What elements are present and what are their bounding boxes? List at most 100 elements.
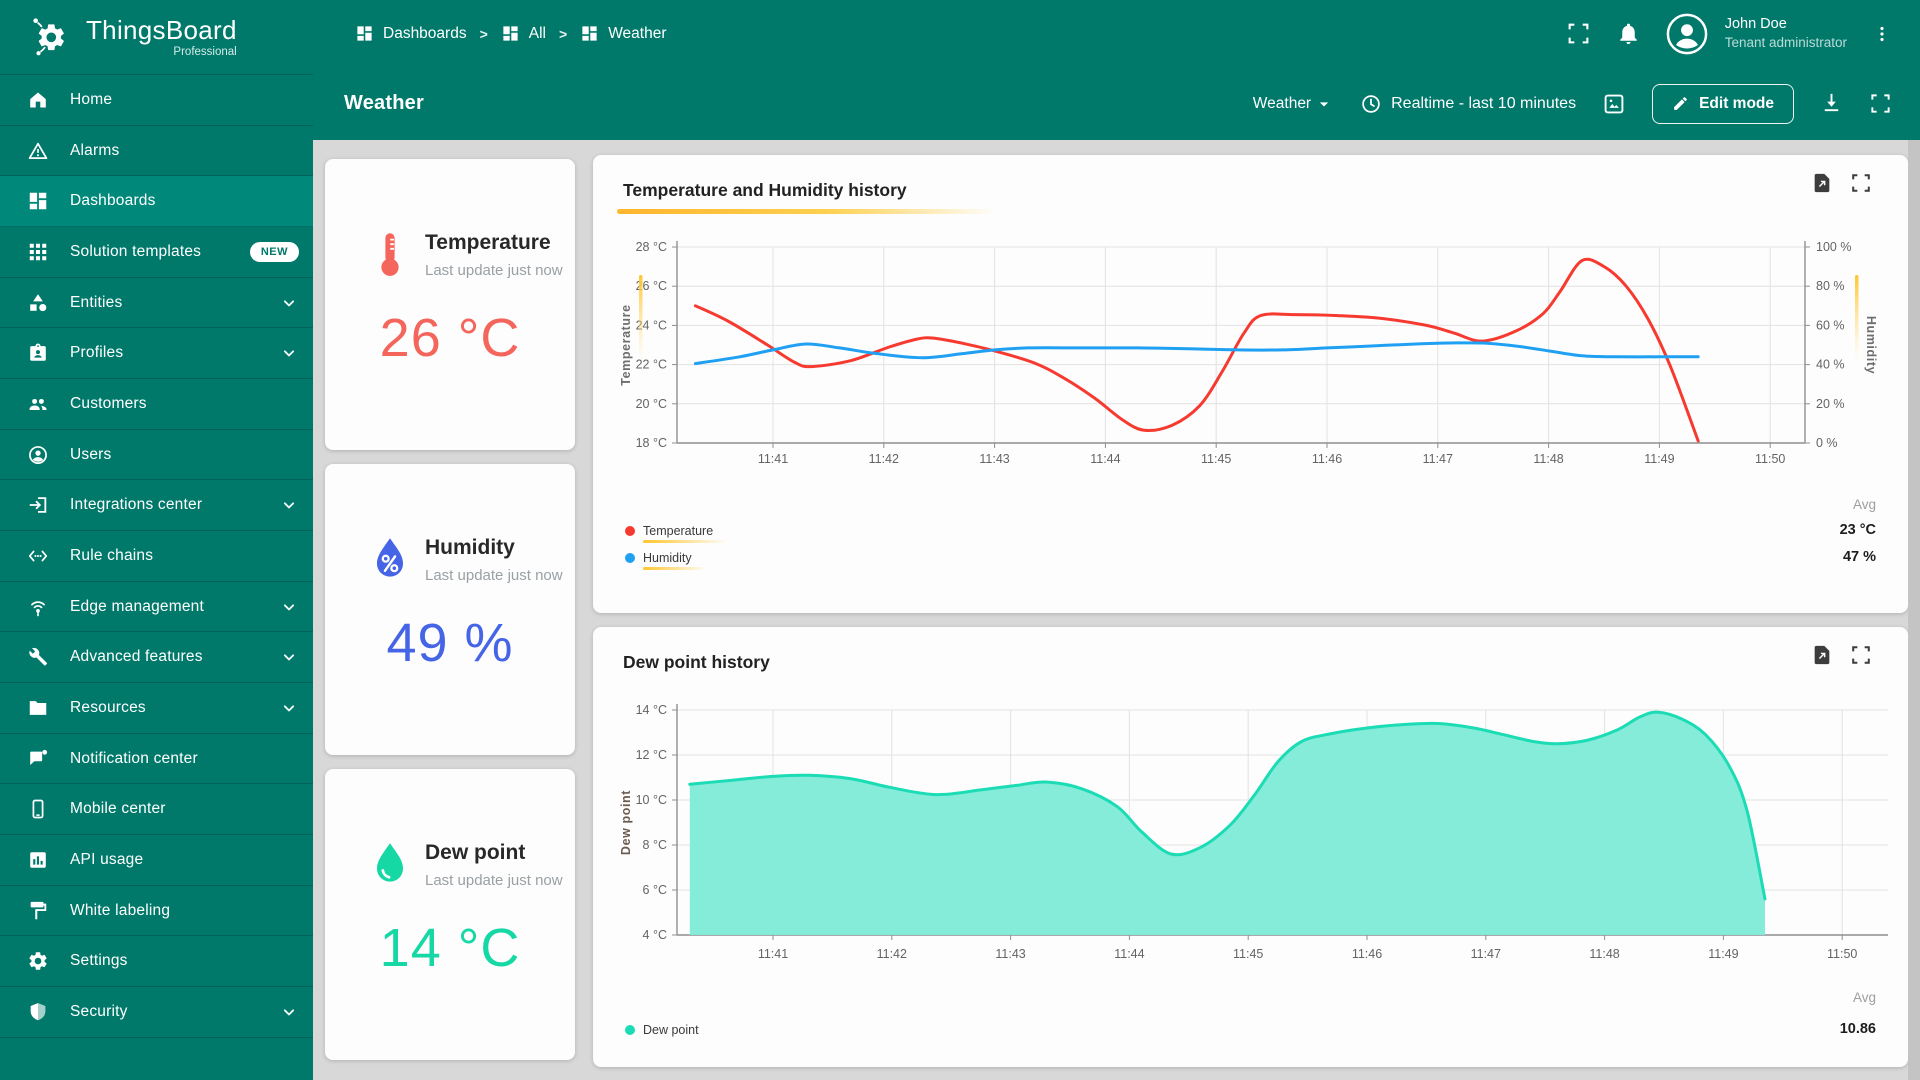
svg-text:11:46: 11:46 — [1352, 947, 1382, 961]
sidebar-item-dashboards[interactable]: Dashboards — [0, 176, 313, 227]
sidebar-item-profiles[interactable]: Profiles — [0, 328, 313, 379]
notifications-bell-icon[interactable] — [1616, 21, 1641, 46]
sidebar-nav: Home AlarmsDashboardsSolution templatesNE… — [0, 75, 313, 1038]
sidebar-item-customers[interactable]: Customers — [0, 379, 313, 430]
svg-text:40 %: 40 % — [1816, 358, 1845, 372]
screenshot-image-icon[interactable] — [1602, 92, 1626, 116]
sidebar-item-users[interactable]: Users — [0, 430, 313, 481]
dew-point-chart: 4 °C6 °C8 °C10 °C12 °C14 °C11:4111:4211:… — [593, 682, 1908, 1012]
widget-value: 14 °C — [325, 917, 575, 979]
security-icon — [27, 1001, 49, 1023]
legend-item-dew-point[interactable]: Dew point — [625, 1023, 699, 1037]
sidebar-item-mobile-center[interactable]: Mobile center — [0, 784, 313, 835]
sidebar-item-notification-center[interactable]: Notification center — [0, 734, 313, 785]
widget-fullscreen-icon[interactable] — [1850, 644, 1872, 666]
sidebar-item-home[interactable]: Home — [0, 75, 313, 126]
dashboards-grid-icon — [501, 24, 520, 43]
legend-item-temperature[interactable]: Temperature — [625, 524, 713, 543]
resources-icon — [27, 697, 49, 719]
svg-text:100 %: 100 % — [1816, 240, 1851, 254]
sidebar-item-label: White labeling — [70, 902, 170, 920]
dew-point-history-card: Dew point history 4 °C6 °C8 °C10 °C12 °C… — [593, 627, 1908, 1067]
avatar[interactable] — [1666, 13, 1708, 55]
legend-dot — [625, 526, 635, 536]
page-title: Weather — [344, 92, 424, 115]
chevron-down-icon — [279, 647, 299, 667]
sidebar-item-api-usage[interactable]: API usage — [0, 835, 313, 886]
svg-text:11:44: 11:44 — [1114, 947, 1144, 961]
export-widget-icon[interactable] — [1811, 172, 1833, 194]
breadcrumb-separator: > — [559, 26, 567, 42]
svg-text:60 %: 60 % — [1816, 318, 1845, 332]
breadcrumb-label: Dashboards — [383, 25, 467, 43]
svg-text:8 °C: 8 °C — [643, 838, 667, 852]
time-window-button[interactable]: Realtime - last 10 minutes — [1360, 93, 1576, 115]
sidebar-item-settings[interactable]: Settings — [0, 936, 313, 987]
dashboards-grid-icon — [355, 24, 374, 43]
sidebar-item-entities[interactable]: Entities — [0, 278, 313, 329]
dashboard-state-select[interactable]: Weather — [1253, 94, 1334, 114]
svg-text:11:47: 11:47 — [1423, 452, 1453, 466]
chevron-down-icon — [279, 1002, 299, 1022]
sidebar-item-rule-chains[interactable]: Rule chains — [0, 531, 313, 582]
sidebar-item-label: Mobile center — [70, 800, 166, 818]
pencil-icon — [1672, 95, 1689, 112]
sidebar-item-alarms[interactable]: Alarms — [0, 126, 313, 177]
legend-label: Humidity — [643, 551, 692, 565]
svg-text:Humidity: Humidity — [1864, 316, 1878, 374]
widget-fullscreen-icon[interactable] — [1850, 172, 1872, 194]
export-widget-icon[interactable] — [1811, 644, 1833, 666]
edit-mode-button[interactable]: Edit mode — [1652, 84, 1794, 124]
sidebar-item-solution-templates[interactable]: Solution templatesNEW — [0, 227, 313, 278]
thingsboard-logo-icon — [28, 14, 74, 60]
sidebar-item-label: API usage — [70, 851, 143, 869]
sidebar-item-label: Rule chains — [70, 547, 153, 565]
breadcrumb-item-dashboards[interactable]: Dashboards — [355, 24, 467, 43]
sidebar-item-white-labeling[interactable]: White labeling — [0, 886, 313, 937]
kebab-menu-icon[interactable] — [1872, 23, 1892, 45]
svg-text:4 °C: 4 °C — [643, 928, 667, 942]
download-icon[interactable] — [1820, 92, 1843, 115]
breadcrumb-item-weather[interactable]: Weather — [580, 24, 666, 43]
svg-text:11:47: 11:47 — [1471, 947, 1501, 961]
sidebar-item-edge-management[interactable]: Edge management — [0, 582, 313, 633]
avg-column-header: Avg — [1853, 990, 1876, 1005]
temperature-widget: TemperatureLast update just now26 °C — [325, 159, 575, 450]
brand-name: ThingsBoard — [86, 17, 237, 43]
svg-text:11:44: 11:44 — [1090, 452, 1120, 466]
users-icon — [27, 444, 49, 466]
toolbar-fullscreen-icon[interactable] — [1869, 92, 1892, 115]
user-menu[interactable]: John Doe Tenant administrator — [1725, 15, 1847, 53]
legend-item-humidity[interactable]: Humidity — [625, 551, 692, 570]
settings-icon — [27, 950, 49, 972]
sidebar-item-label: Users — [70, 446, 111, 464]
dashboard-canvas: Temperature and Humidity history 18 °C20… — [313, 140, 1920, 1080]
humidity-icon — [370, 536, 410, 582]
sidebar-item-advanced-features[interactable]: Advanced features — [0, 632, 313, 683]
sidebar-item-security[interactable]: Security — [0, 987, 313, 1038]
avg-value: 10.86 — [1840, 1021, 1876, 1037]
sidebar-item-label: Home — [70, 91, 112, 109]
svg-text:11:49: 11:49 — [1708, 947, 1738, 961]
svg-text:18 °C: 18 °C — [636, 436, 667, 450]
sidebar-item-resources[interactable]: Resources — [0, 683, 313, 734]
avg-column-header: Avg — [1853, 497, 1876, 512]
chevron-down-icon — [279, 597, 299, 617]
scrollbar[interactable] — [1908, 140, 1920, 1080]
fullscreen-icon[interactable] — [1566, 21, 1591, 46]
sidebar-item-label: Integrations center — [70, 496, 202, 514]
sidebar-item-integrations-center[interactable]: Integrations center — [0, 480, 313, 531]
breadcrumb-item-all[interactable]: All — [501, 24, 546, 43]
entities-icon — [27, 292, 49, 314]
widget-title: Dew point — [425, 841, 563, 865]
svg-text:11:45: 11:45 — [1233, 947, 1263, 961]
sidebar-item-label: Resources — [70, 699, 146, 717]
customers-icon — [27, 393, 49, 415]
widget-subtitle: Last update just now — [425, 260, 563, 283]
sidebar-item-label: Security — [70, 1003, 128, 1021]
svg-text:0 %: 0 % — [1816, 436, 1838, 450]
chart-title: Dew point history — [623, 652, 770, 673]
title-accent-underline — [617, 209, 997, 214]
thermometer-icon — [370, 231, 410, 277]
thingsboard-logo[interactable]: ThingsBoard Professional — [0, 0, 313, 75]
